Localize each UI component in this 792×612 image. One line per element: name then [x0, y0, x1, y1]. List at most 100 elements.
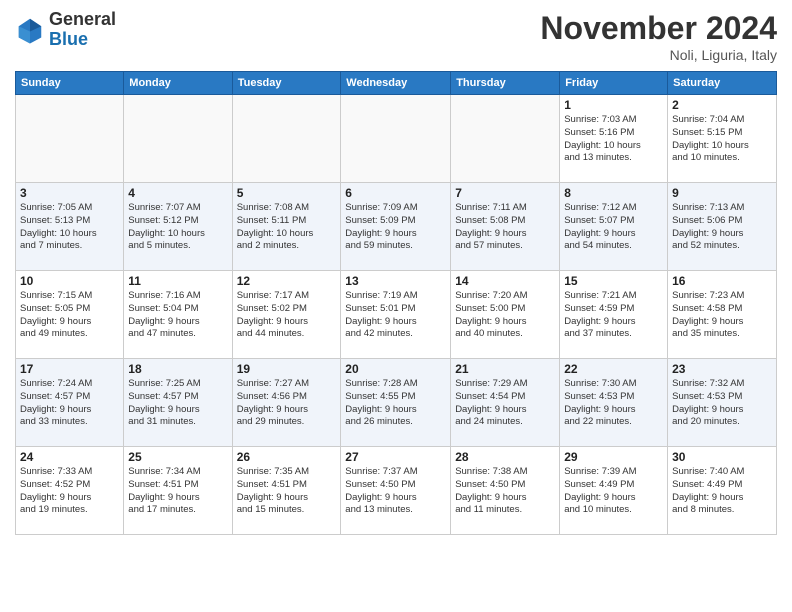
table-row: 13 Sunrise: 7:19 AMSunset: 5:01 PMDayligh… [341, 271, 451, 359]
day-number: 13 [345, 274, 446, 288]
table-row [16, 95, 124, 183]
day-info: Sunrise: 7:20 AMSunset: 5:00 PMDaylight:… [455, 290, 555, 341]
table-row: 6Sunrise: 7:09 AMSunset: 5:09 PMDaylight… [341, 183, 451, 271]
col-wednesday: Wednesday [341, 72, 451, 95]
day-number: 20 [345, 362, 446, 376]
day-info: Sunrise: 7:24 AMSunset: 4:57 PMDaylight:… [20, 378, 119, 429]
table-row [232, 95, 341, 183]
table-row: 17 Sunrise: 7:24 AMSunset: 4:57 PMDayligh… [16, 359, 124, 447]
table-row: 5 Sunrise: 7:08 AMSunset: 5:11 PMDaylight… [232, 183, 341, 271]
logo: General Blue [15, 10, 116, 50]
table-row [341, 95, 451, 183]
table-row [124, 95, 232, 183]
page-container: General Blue November 2024 Noli, Liguria… [0, 0, 792, 545]
location-subtitle: Noli, Liguria, Italy [540, 47, 777, 63]
table-row: 16 Sunrise: 7:23 AMSunset: 4:58 PMDayligh… [668, 271, 777, 359]
logo-blue: Blue [49, 30, 116, 50]
day-info: Sunrise: 7:15 AMSunset: 5:05 PMDaylight:… [20, 290, 119, 341]
day-info: Sunrise: 7:29 AMSunset: 4:54 PMDaylight:… [455, 378, 555, 429]
table-row: 26 Sunrise: 7:35 AMSunset: 4:51 PMDayligh… [232, 447, 341, 535]
day-info: Sunrise: 7:25 AMSunset: 4:57 PMDaylight:… [128, 378, 227, 429]
day-number: 12 [237, 274, 337, 288]
day-number: 2 [672, 98, 772, 112]
day-info: Sunrise: 7:35 AMSunset: 4:51 PMDaylight:… [237, 466, 337, 517]
table-row: 4Sunrise: 7:07 AMSunset: 5:12 PMDaylight… [124, 183, 232, 271]
day-number: 19 [237, 362, 337, 376]
table-row [451, 95, 560, 183]
table-row: 21Sunrise: 7:29 AMSunset: 4:54 PMDayligh… [451, 359, 560, 447]
day-info: Sunrise: 7:05 AMSunset: 5:13 PMDaylight:… [20, 202, 119, 253]
day-number: 28 [455, 450, 555, 464]
day-number: 17 [20, 362, 119, 376]
logo-text: General Blue [49, 10, 116, 50]
day-info: Sunrise: 7:19 AMSunset: 5:01 PMDaylight:… [345, 290, 446, 341]
day-number: 15 [564, 274, 663, 288]
calendar-week-row: 10 Sunrise: 7:15 AMSunset: 5:05 PMDayligh… [16, 271, 777, 359]
calendar-week-row: 1Sunrise: 7:03 AMSunset: 5:16 PMDaylight… [16, 95, 777, 183]
col-monday: Monday [124, 72, 232, 95]
day-info: Sunrise: 7:08 AMSunset: 5:11 PMDaylight:… [237, 202, 337, 253]
day-number: 5 [237, 186, 337, 200]
day-number: 7 [455, 186, 555, 200]
table-row: 22Sunrise: 7:30 AMSunset: 4:53 PMDayligh… [560, 359, 668, 447]
day-info: Sunrise: 7:34 AMSunset: 4:51 PMDaylight:… [128, 466, 227, 517]
col-saturday: Saturday [668, 72, 777, 95]
page-header: General Blue November 2024 Noli, Liguria… [15, 10, 777, 63]
table-row: 25 Sunrise: 7:34 AMSunset: 4:51 PMDayligh… [124, 447, 232, 535]
month-title: November 2024 [540, 10, 777, 47]
day-info: Sunrise: 7:33 AMSunset: 4:52 PMDaylight:… [20, 466, 119, 517]
day-number: 30 [672, 450, 772, 464]
calendar-week-row: 3 Sunrise: 7:05 AMSunset: 5:13 PMDaylight… [16, 183, 777, 271]
day-number: 10 [20, 274, 119, 288]
day-info: Sunrise: 7:17 AMSunset: 5:02 PMDaylight:… [237, 290, 337, 341]
table-row: 2 Sunrise: 7:04 AMSunset: 5:15 PMDaylight… [668, 95, 777, 183]
day-info: Sunrise: 7:39 AMSunset: 4:49 PMDaylight:… [564, 466, 663, 517]
table-row: 28Sunrise: 7:38 AMSunset: 4:50 PMDayligh… [451, 447, 560, 535]
table-row: 29 Sunrise: 7:39 AMSunset: 4:49 PMDayligh… [560, 447, 668, 535]
logo-icon [15, 15, 45, 45]
table-row: 20 Sunrise: 7:28 AMSunset: 4:55 PMDayligh… [341, 359, 451, 447]
table-row: 7Sunrise: 7:11 AMSunset: 5:08 PMDaylight… [451, 183, 560, 271]
col-tuesday: Tuesday [232, 72, 341, 95]
table-row: 30Sunrise: 7:40 AMSunset: 4:49 PMDayligh… [668, 447, 777, 535]
day-number: 11 [128, 274, 227, 288]
day-number: 25 [128, 450, 227, 464]
day-info: Sunrise: 7:37 AMSunset: 4:50 PMDaylight:… [345, 466, 446, 517]
table-row: 12 Sunrise: 7:17 AMSunset: 5:02 PMDayligh… [232, 271, 341, 359]
col-thursday: Thursday [451, 72, 560, 95]
day-info: Sunrise: 7:32 AMSunset: 4:53 PMDaylight:… [672, 378, 772, 429]
table-row: 9 Sunrise: 7:13 AMSunset: 5:06 PMDaylight… [668, 183, 777, 271]
calendar-table: Sunday Monday Tuesday Wednesday Thursday… [15, 71, 777, 535]
day-info: Sunrise: 7:12 AMSunset: 5:07 PMDaylight:… [564, 202, 663, 253]
day-info: Sunrise: 7:27 AMSunset: 4:56 PMDaylight:… [237, 378, 337, 429]
day-number: 16 [672, 274, 772, 288]
table-row: 1Sunrise: 7:03 AMSunset: 5:16 PMDaylight… [560, 95, 668, 183]
day-info: Sunrise: 7:04 AMSunset: 5:15 PMDaylight:… [672, 114, 772, 165]
day-number: 29 [564, 450, 663, 464]
day-number: 9 [672, 186, 772, 200]
table-row: 3 Sunrise: 7:05 AMSunset: 5:13 PMDaylight… [16, 183, 124, 271]
day-info: Sunrise: 7:03 AMSunset: 5:16 PMDaylight:… [564, 114, 663, 165]
table-row: 14 Sunrise: 7:20 AMSunset: 5:00 PMDayligh… [451, 271, 560, 359]
day-number: 6 [345, 186, 446, 200]
day-info: Sunrise: 7:23 AMSunset: 4:58 PMDaylight:… [672, 290, 772, 341]
day-number: 24 [20, 450, 119, 464]
day-number: 8 [564, 186, 663, 200]
table-row: 11Sunrise: 7:16 AMSunset: 5:04 PMDayligh… [124, 271, 232, 359]
table-row: 24 Sunrise: 7:33 AMSunset: 4:52 PMDayligh… [16, 447, 124, 535]
day-number: 23 [672, 362, 772, 376]
col-friday: Friday [560, 72, 668, 95]
day-number: 22 [564, 362, 663, 376]
table-row: 23 Sunrise: 7:32 AMSunset: 4:53 PMDayligh… [668, 359, 777, 447]
day-number: 14 [455, 274, 555, 288]
table-row: 8 Sunrise: 7:12 AMSunset: 5:07 PMDaylight… [560, 183, 668, 271]
title-block: November 2024 Noli, Liguria, Italy [540, 10, 777, 63]
day-number: 3 [20, 186, 119, 200]
day-number: 18 [128, 362, 227, 376]
day-info: Sunrise: 7:13 AMSunset: 5:06 PMDaylight:… [672, 202, 772, 253]
day-number: 26 [237, 450, 337, 464]
calendar-week-row: 17 Sunrise: 7:24 AMSunset: 4:57 PMDayligh… [16, 359, 777, 447]
day-info: Sunrise: 7:28 AMSunset: 4:55 PMDaylight:… [345, 378, 446, 429]
logo-general: General [49, 10, 116, 30]
day-number: 4 [128, 186, 227, 200]
